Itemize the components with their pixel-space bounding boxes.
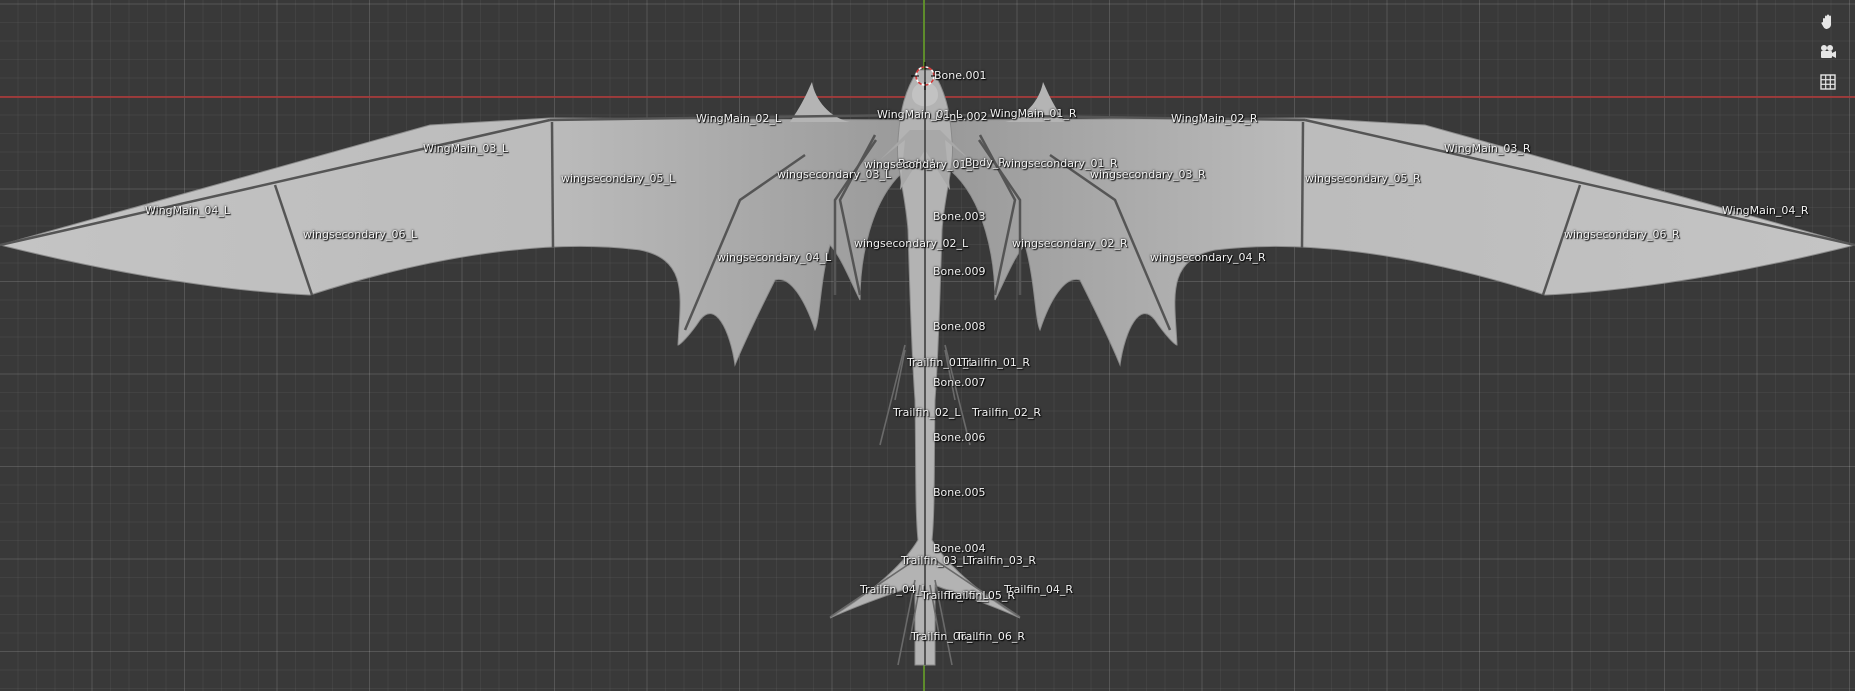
bone-label-wingsecondary-03-l[interactable]: wingsecondary_03_L [777, 169, 891, 181]
bone-label-bone-005[interactable]: Bone.005 [933, 487, 986, 499]
bone-label-bone-007[interactable]: Bone.007 [933, 377, 986, 389]
ortho-grid-button[interactable] [1815, 70, 1841, 94]
bone-label-wingsecondary-06-r[interactable]: wingsecondary_06_R [1564, 229, 1680, 241]
navigation-gizmo [1815, 10, 1841, 94]
bone-label-trailfin-02-l[interactable]: Trailfin_02_L [893, 407, 961, 419]
bone-label-trailfin-03-l[interactable]: Trailfin_03_L [901, 555, 969, 567]
bone-label-bone-009[interactable]: Bone.009 [933, 266, 986, 278]
bone-label-wingsecondary-02-r[interactable]: wingsecondary_02_R [1012, 238, 1128, 250]
left-wing-membrane [0, 117, 906, 367]
3d-viewport[interactable]: Bone.001 Bone.002 Bone.003 Bone.004 Bone.005… [0, 0, 1855, 691]
bone-label-wingsecondary-04-l[interactable]: wingsecondary_04_L [717, 252, 831, 264]
bone-label-wingmain-04-r[interactable]: WingMain_04_R [1722, 205, 1809, 217]
bone-label-wingmain-03-l[interactable]: WingMain_03_L [423, 143, 508, 155]
bone-label-bone-001[interactable]: Bone.001 [934, 70, 987, 82]
pan-button[interactable] [1815, 10, 1841, 34]
bone-label-wingsecondary-06-l[interactable]: wingsecondary_06_L [303, 229, 417, 241]
bone-label-wingsecondary-05-l[interactable]: wingsecondary_05_L [561, 173, 675, 185]
bone-label-bone-008[interactable]: Bone.008 [933, 321, 986, 333]
bone-label-trailfin-01-r[interactable]: Trailfin_01_R [961, 357, 1030, 369]
bone-label-trailfin-02-r[interactable]: Trailfin_02_R [972, 407, 1041, 419]
grid-icon [1820, 74, 1836, 90]
bone-label-wingsecondary-04-r[interactable]: wingsecondary_04_R [1150, 252, 1266, 264]
bone-label-bone-003[interactable]: Bone.003 [933, 211, 986, 223]
bone-label-wingmain-02-r[interactable]: WingMain_02_R [1171, 113, 1258, 125]
camera-icon [1821, 45, 1836, 58]
hand-icon [1821, 14, 1832, 30]
bone-label-wingmain-04-l[interactable]: WingMain_04_L [145, 205, 230, 217]
bone-label-trailfin-05-r[interactable]: Trailfin_05_R [946, 590, 1015, 602]
bone-label-trailfin-04-l[interactable]: Trailfin_04_L [860, 584, 928, 596]
bone-label-wingsecondary-03-r[interactable]: wingsecondary_03_R [1090, 169, 1206, 181]
camera-view-button[interactable] [1815, 40, 1841, 64]
bone-label-wingsecondary-05-r[interactable]: wingsecondary_05_R [1305, 173, 1421, 185]
bone-label-trailfin-06-r[interactable]: Trailfin_06_R [956, 631, 1025, 643]
bone-label-bone-006[interactable]: Bone.006 [933, 432, 986, 444]
bone-label-wingsecondary-02-l[interactable]: wingsecondary_02_L [854, 238, 968, 250]
bone-label-trailfin-03-r[interactable]: Trailfin_03_R [967, 555, 1036, 567]
bone-label-wingmain-03-r[interactable]: WingMain_03_R [1444, 143, 1531, 155]
bone-label-wingmain-02-l[interactable]: WingMain_02_L [696, 113, 781, 125]
bone-label-wingmain-01-l[interactable]: WingMain_01_L [877, 109, 962, 121]
bone-label-wingmain-01-r[interactable]: WingMain_01_R [990, 108, 1077, 120]
